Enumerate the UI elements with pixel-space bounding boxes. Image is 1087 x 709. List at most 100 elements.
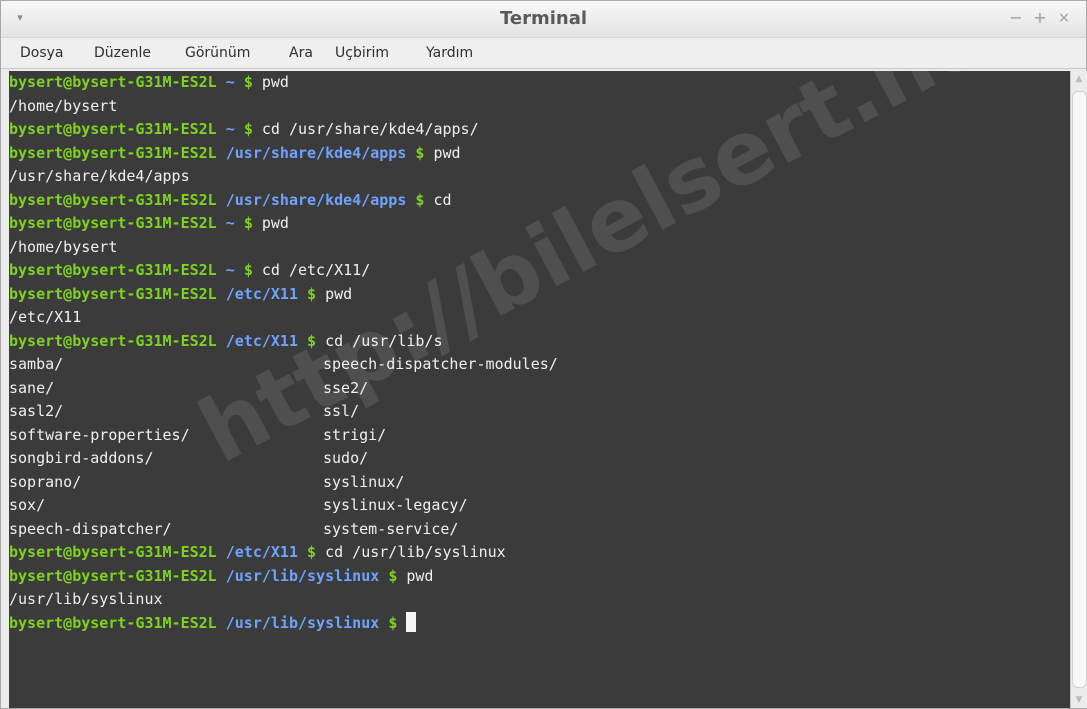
text-cursor [406, 611, 417, 632]
prompt-symbol: $ [415, 190, 425, 209]
terminal-line: /usr/lib/syslinux [9, 588, 506, 612]
maximize-button[interactable]: + [1031, 9, 1049, 27]
command-text: pwd [406, 566, 434, 585]
prompt-user: bysert@bysert-G31M-ES2L [9, 543, 217, 561]
prompt-symbol: $ [388, 613, 398, 632]
command-text: cd /usr/share/kde4/apps/ [261, 120, 479, 138]
command-output: /usr/share/kde4/apps [9, 167, 190, 185]
terminal-line: software-properties/strigi/ [9, 424, 506, 448]
terminal-view[interactable]: bysert@bysert-G31M-ES2L ~ $ pwd/home/bys… [9, 71, 1070, 708]
menu-item-dosya[interactable]: Dosya [20, 38, 64, 68]
menu-item-gorunum[interactable]: Görünüm [185, 38, 250, 68]
prompt-user: bysert@bysert-G31M-ES2L [9, 566, 217, 585]
scrollbar-thumb[interactable] [1072, 91, 1087, 688]
prompt-symbol: $ [307, 331, 317, 350]
prompt-directory: /etc/X11 [225, 331, 298, 350]
terminal-line: sane/sse2/ [9, 377, 506, 401]
command-text: pwd [261, 73, 289, 91]
terminal-output: bysert@bysert-G31M-ES2L ~ $ pwd/home/bys… [9, 71, 558, 636]
prompt-symbol: $ [243, 214, 253, 232]
listing-entry: sox/ [9, 496, 46, 514]
terminal-line: bysert@bysert-G31M-ES2L /usr/lib/syslinu… [9, 565, 506, 589]
terminal-line: bysert@bysert-G31M-ES2L /etc/X11 $ cd /u… [9, 330, 506, 354]
listing-entry: ssl/ [323, 402, 360, 420]
prompt-symbol: $ [415, 143, 425, 162]
prompt-user: bysert@bysert-G31M-ES2L [9, 613, 217, 632]
prompt-user: bysert@bysert-G31M-ES2L [9, 190, 217, 209]
terminal-line: sasl2/ssl/ [9, 400, 506, 424]
command-output: /home/bysert [9, 237, 118, 256]
prompt-directory: /usr/share/kde4/apps [225, 143, 407, 162]
prompt-user: bysert@bysert-G31M-ES2L [9, 214, 217, 232]
prompt-directory: /etc/X11 [225, 284, 298, 303]
prompt-directory: ~ [225, 73, 235, 91]
prompt-symbol: $ [388, 566, 398, 585]
window-title: Terminal [499, 8, 588, 29]
prompt-symbol: $ [307, 284, 317, 303]
terminal-line: bysert@bysert-G31M-ES2L ~ $ cd /etc/X11/ [9, 259, 506, 283]
terminal-line: soprano/syslinux/ [9, 471, 506, 495]
prompt-symbol: $ [243, 73, 253, 91]
listing-entry: songbird-addons/ [9, 449, 154, 467]
command-text: cd /etc/X11/ [261, 261, 371, 279]
close-button[interactable]: × [1055, 9, 1073, 27]
prompt-directory: /usr/lib/syslinux [225, 613, 380, 632]
terminal-line: bysert@bysert-G31M-ES2L /etc/X11 $ pwd [9, 283, 506, 307]
command-text: cd [433, 190, 452, 209]
listing-entry: samba/ [9, 355, 64, 373]
listing-entry: strigi/ [323, 425, 387, 444]
prompt-user: bysert@bysert-G31M-ES2L [9, 73, 217, 91]
terminal-line: songbird-addons/sudo/ [9, 447, 506, 471]
terminal-line: bysert@bysert-G31M-ES2L ~ $ pwd [9, 71, 506, 95]
menu-item-duzenle[interactable]: Düzenle [94, 38, 151, 68]
prompt-symbol: $ [243, 261, 253, 279]
terminal-line: bysert@bysert-G31M-ES2L /usr/share/kde4/… [9, 189, 506, 213]
prompt-directory: ~ [225, 120, 235, 138]
listing-entry: syslinux/ [323, 472, 405, 491]
menu-item-ara[interactable]: Ara [289, 38, 313, 68]
menu-item-ucbirim[interactable]: Uçbirim [335, 38, 389, 68]
listing-entry: speech-dispatcher-modules/ [323, 355, 558, 373]
prompt-symbol: $ [307, 543, 317, 561]
listing-entry: soprano/ [9, 472, 82, 491]
listing-entry: sse2/ [323, 378, 369, 397]
prompt-user: bysert@bysert-G31M-ES2L [9, 261, 217, 279]
listing-entry: system-service/ [323, 519, 459, 538]
listing-entry: software-properties/ [9, 425, 190, 444]
prompt-user: bysert@bysert-G31M-ES2L [9, 331, 217, 350]
terminal-window: ▾ Terminal − + × Dosya Düzenle Görünüm A… [0, 0, 1087, 709]
command-text: pwd [325, 284, 353, 303]
terminal-line: bysert@bysert-G31M-ES2L /etc/X11 $ cd /u… [9, 541, 506, 565]
prompt-directory: ~ [225, 261, 235, 279]
listing-entry: sane/ [9, 378, 55, 397]
scroll-up-icon[interactable]: ▲ [1072, 73, 1086, 85]
terminal-line: sox/syslinux-legacy/ [9, 494, 506, 518]
title-bar[interactable]: ▾ Terminal − + × [1, 1, 1086, 38]
menu-item-yardim[interactable]: Yardım [426, 38, 473, 68]
terminal-line: speech-dispatcher/system-service/ [9, 518, 506, 542]
listing-entry: sasl2/ [9, 402, 64, 420]
command-text: cd /usr/lib/s [325, 331, 443, 350]
vertical-scrollbar[interactable]: ▲ ▼ [1070, 71, 1087, 708]
minimize-button[interactable]: − [1007, 9, 1025, 27]
command-text: pwd [261, 214, 289, 232]
command-text: cd /usr/lib/syslinux [325, 543, 506, 561]
terminal-line: /usr/share/kde4/apps [9, 165, 506, 189]
menu-bar: Dosya Düzenle Görünüm Ara Uçbirim Yardım [1, 38, 1086, 69]
terminal-line: bysert@bysert-G31M-ES2L ~ $ pwd [9, 212, 506, 236]
listing-entry: sudo/ [323, 449, 369, 467]
scroll-down-icon[interactable]: ▼ [1072, 694, 1086, 706]
terminal-line: bysert@bysert-G31M-ES2L ~ $ cd /usr/shar… [9, 118, 506, 142]
terminal-line: /etc/X11 [9, 306, 506, 330]
prompt-directory: /usr/share/kde4/apps [225, 190, 407, 209]
terminal-line: bysert@bysert-G31M-ES2L /usr/share/kde4/… [9, 142, 506, 166]
command-text: pwd [433, 143, 461, 162]
terminal-line: bysert@bysert-G31M-ES2L /usr/lib/syslinu… [9, 611, 506, 636]
command-output: /home/bysert [9, 96, 118, 115]
prompt-directory: /usr/lib/syslinux [225, 566, 380, 585]
terminal-line: /home/bysert [9, 236, 506, 260]
command-output: /etc/X11 [9, 308, 82, 326]
listing-entry: syslinux-legacy/ [323, 496, 468, 514]
listing-entry: speech-dispatcher/ [9, 519, 172, 538]
prompt-directory: ~ [225, 214, 235, 232]
